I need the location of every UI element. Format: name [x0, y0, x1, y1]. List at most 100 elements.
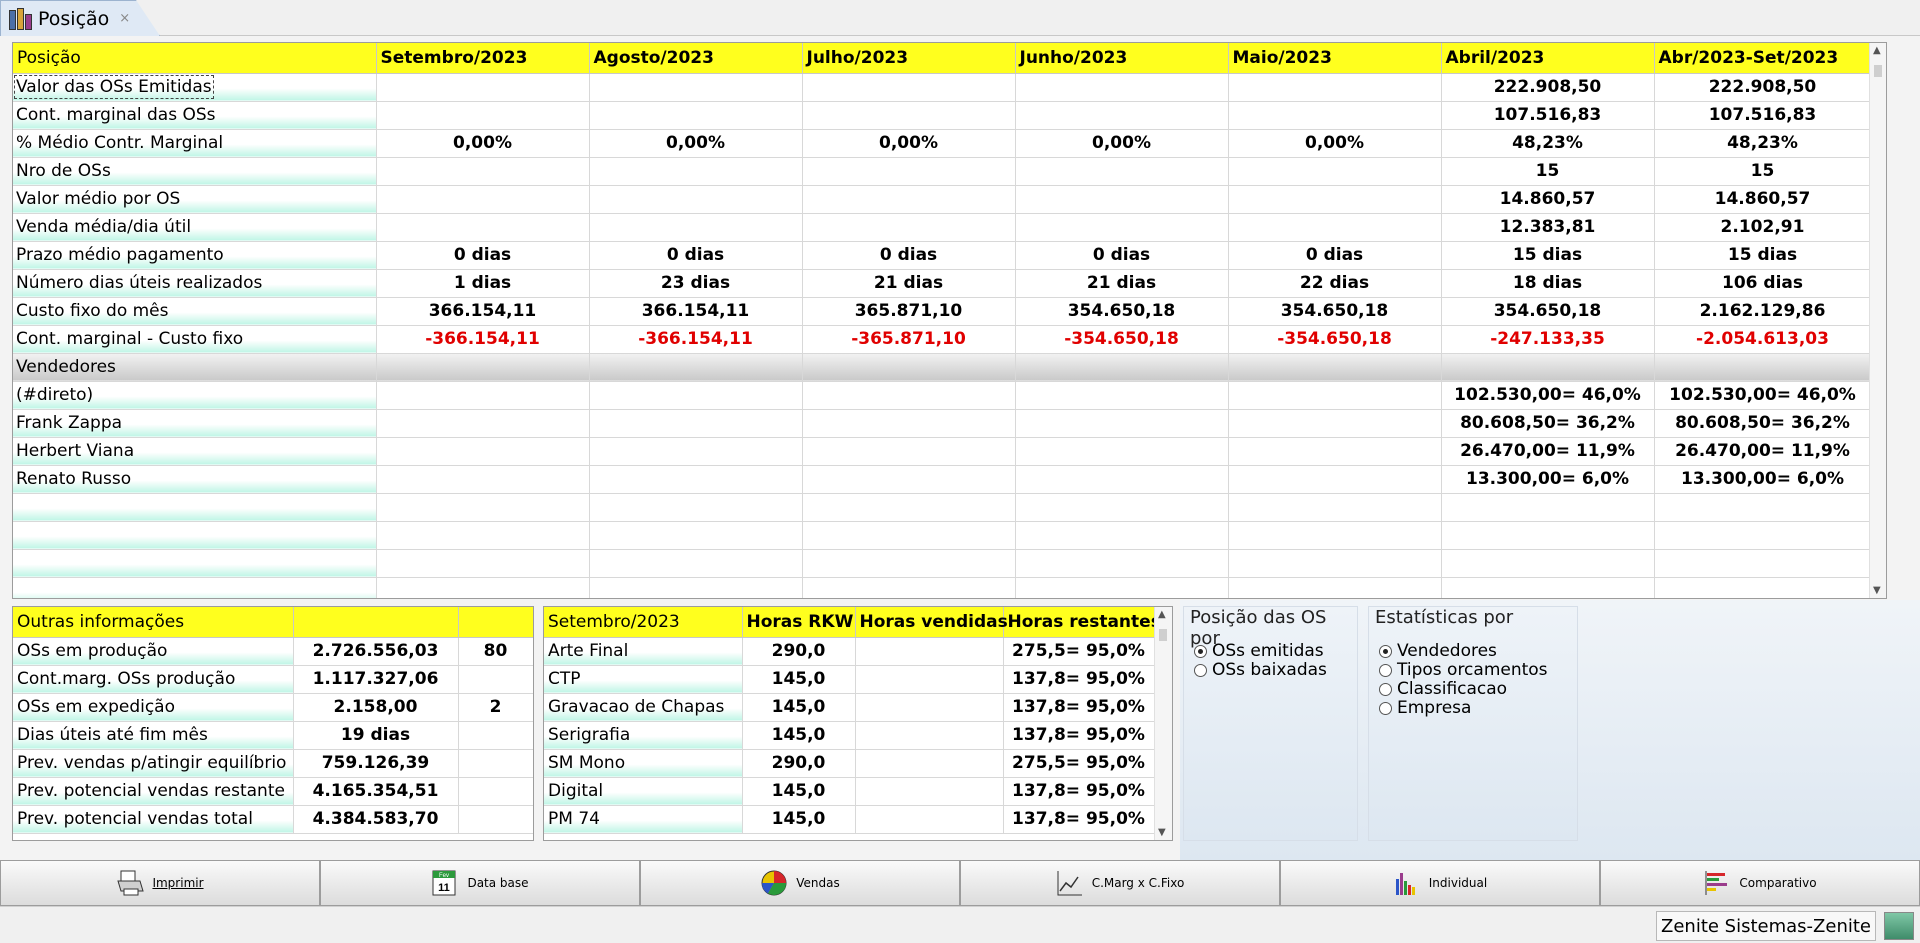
table-row[interactable]: Venda média/dia útil 12.383,81 2.102,91: [13, 213, 1872, 242]
table-row[interactable]: Serigrafia 145,0 137,8= 95,0%: [544, 721, 1155, 750]
table-row[interactable]: Prazo médio pagamento 0 dias 0 dias 0 dias 0…: [13, 241, 1872, 270]
table-cell: [1015, 521, 1229, 550]
button-label: Imprimir: [152, 876, 204, 890]
column-header-month[interactable]: Julho/2023: [802, 43, 1016, 74]
column-header: [458, 607, 533, 638]
row-label: SM Mono: [544, 749, 743, 778]
column-header[interactable]: Setembro/2023: [544, 607, 743, 638]
row-label: OSs em produção: [13, 637, 294, 666]
table-row[interactable]: [13, 549, 1872, 578]
table-row[interactable]: Número dias úteis realizados 1 dias 23 dia…: [13, 269, 1872, 298]
radio-icon[interactable]: [1194, 663, 1207, 677]
table-row[interactable]: Vendedores: [13, 353, 1872, 382]
scroll-thumb[interactable]: [1874, 65, 1882, 77]
table-row[interactable]: [13, 577, 1872, 598]
table-row[interactable]: Gravacao de Chapas 145,0 137,8= 95,0%: [544, 693, 1155, 722]
table-row[interactable]: Nro de OSs 15 15: [13, 157, 1872, 186]
radio-empresa[interactable]: Empresa: [1379, 698, 1471, 718]
row-label: Custo fixo do mês: [13, 297, 377, 326]
table-cell: 137,8= 95,0%: [1003, 721, 1155, 750]
table-row[interactable]: Prev. potencial vendas total 4.384.583,70: [13, 805, 533, 834]
scroll-up-icon[interactable]: ▲: [1873, 45, 1881, 56]
radio-icon[interactable]: [1379, 682, 1392, 696]
table-cell: -2.054.613,03: [1654, 325, 1872, 354]
column-header-month[interactable]: Junho/2023: [1015, 43, 1229, 74]
radio-oss-baixadas[interactable]: OSs baixadas: [1194, 660, 1327, 680]
column-header-month[interactable]: Setembro/2023: [376, 43, 590, 74]
table-row[interactable]: CTP 145,0 137,8= 95,0%: [544, 665, 1155, 694]
row-label: Vendedores: [13, 353, 377, 382]
column-header: Outras informações: [13, 607, 294, 638]
table-row[interactable]: Valor médio por OS 14.860,57 14.860,57: [13, 185, 1872, 214]
row-label: [13, 549, 377, 578]
column-header[interactable]: Horas vendidas: [855, 607, 1008, 638]
row-label: (#direto): [13, 381, 377, 410]
radio-icon[interactable]: [1194, 644, 1207, 658]
column-header-month[interactable]: Agosto/2023: [589, 43, 803, 74]
table-row[interactable]: Cont.marg. OSs produção 1.117.327,06: [13, 665, 533, 694]
action-toolbar: Imprimir Fev 11 Data base Vendas C.Marg x…: [0, 860, 1920, 906]
column-header[interactable]: Horas restantes: [1003, 607, 1161, 638]
close-icon[interactable]: ×: [119, 11, 130, 26]
button-label: Individual: [1428, 876, 1488, 890]
table-cell: [1228, 101, 1442, 130]
radio-vendedores[interactable]: Vendedores: [1379, 641, 1497, 661]
table-row[interactable]: OSs em produção 2.726.556,03 80: [13, 637, 533, 666]
table-row[interactable]: Cont. marginal - Custo fixo -366.154,11 -3…: [13, 325, 1872, 354]
radio-classificacao[interactable]: Classificacao: [1379, 679, 1507, 699]
scroll-up-icon[interactable]: ▲: [1158, 609, 1166, 620]
scroll-down-icon[interactable]: ▼: [1158, 827, 1166, 838]
table-row[interactable]: Custo fixo do mês 366.154,11 366.154,11 365…: [13, 297, 1872, 326]
table-cell: [589, 521, 803, 550]
table-cell: 0 dias: [1228, 241, 1442, 270]
table-cell: 48,23%: [1654, 129, 1872, 158]
table-cell: [458, 665, 533, 694]
radio-icon[interactable]: [1379, 644, 1392, 658]
table-cell: [376, 185, 590, 214]
vendas-button[interactable]: Vendas: [640, 860, 960, 906]
data-base-button[interactable]: Fev 11 Data base: [320, 860, 640, 906]
table-row[interactable]: PM 74 145,0 137,8= 95,0%: [544, 805, 1155, 834]
grid-scrollbar[interactable]: ▲ ▼: [1869, 43, 1886, 598]
column-header-month[interactable]: Abr/2023-Set/2023: [1654, 43, 1872, 74]
table-row[interactable]: OSs em expedição 2.158,00 2: [13, 693, 533, 722]
individual-button[interactable]: Individual: [1280, 860, 1600, 906]
scroll-thumb[interactable]: [1159, 629, 1167, 641]
table-row[interactable]: Cont. marginal das OSs 107.516,83 107.516,…: [13, 101, 1872, 130]
column-header-month[interactable]: Abril/2023: [1441, 43, 1655, 74]
table-row[interactable]: % Médio Contr. Marginal 0,00% 0,00% 0,00% 0,…: [13, 129, 1872, 158]
table-row[interactable]: Arte Final 290,0 275,5= 95,0%: [544, 637, 1155, 666]
column-header[interactable]: Horas RKW: [742, 607, 856, 638]
column-header-posicao[interactable]: Posição: [13, 43, 377, 74]
table-cell: 1.117.327,06: [293, 665, 459, 694]
radio-icon[interactable]: [1379, 663, 1392, 677]
comparativo-button[interactable]: Comparativo: [1600, 860, 1920, 906]
table-row[interactable]: Herbert Viana 26.470,00= 11,9% 26.470,00= …: [13, 437, 1872, 466]
radio-tipos-orcamentos[interactable]: Tipos orcamentos: [1379, 660, 1548, 680]
table-row[interactable]: Prev. vendas p/atingir equilíbrio 759.126…: [13, 749, 533, 778]
table-row[interactable]: Digital 145,0 137,8= 95,0%: [544, 777, 1155, 806]
horas-scrollbar[interactable]: ▲ ▼: [1154, 607, 1172, 840]
imprimir-button[interactable]: Imprimir: [0, 860, 320, 906]
table-row[interactable]: [13, 493, 1872, 522]
scroll-down-icon[interactable]: ▼: [1873, 585, 1881, 596]
cmarg-cfixo-button[interactable]: C.Marg x C.Fixo: [960, 860, 1280, 906]
table-row[interactable]: [13, 521, 1872, 550]
button-label: Vendas: [796, 876, 840, 890]
table-cell: [1228, 213, 1442, 242]
table-cell: [1228, 353, 1442, 382]
column-header-month[interactable]: Maio/2023: [1228, 43, 1442, 74]
app-status-icon[interactable]: [1884, 912, 1914, 940]
tab-posicao[interactable]: Posição ×: [0, 0, 160, 36]
table-row[interactable]: Dias úteis até fim mês 19 dias: [13, 721, 533, 750]
table-row[interactable]: Renato Russo 13.300,00= 6,0% 13.300,00= 6,…: [13, 465, 1872, 494]
table-row[interactable]: SM Mono 290,0 275,5= 95,0%: [544, 749, 1155, 778]
table-row[interactable]: Prev. potencial vendas restante 4.165.354…: [13, 777, 533, 806]
table-row[interactable]: Valor das OSs Emitidas 222.908,50 222.908,…: [13, 73, 1872, 102]
radio-icon[interactable]: [1379, 701, 1392, 715]
table-row[interactable]: Frank Zappa 80.608,50= 36,2% 80.608,50= 36…: [13, 409, 1872, 438]
table-cell: 137,8= 95,0%: [1003, 777, 1155, 806]
table-cell: [1015, 409, 1229, 438]
table-row[interactable]: (#direto) 102.530,00= 46,0% 102.530,00= 46…: [13, 381, 1872, 410]
radio-oss-emitidas[interactable]: OSs emitidas: [1194, 641, 1324, 661]
